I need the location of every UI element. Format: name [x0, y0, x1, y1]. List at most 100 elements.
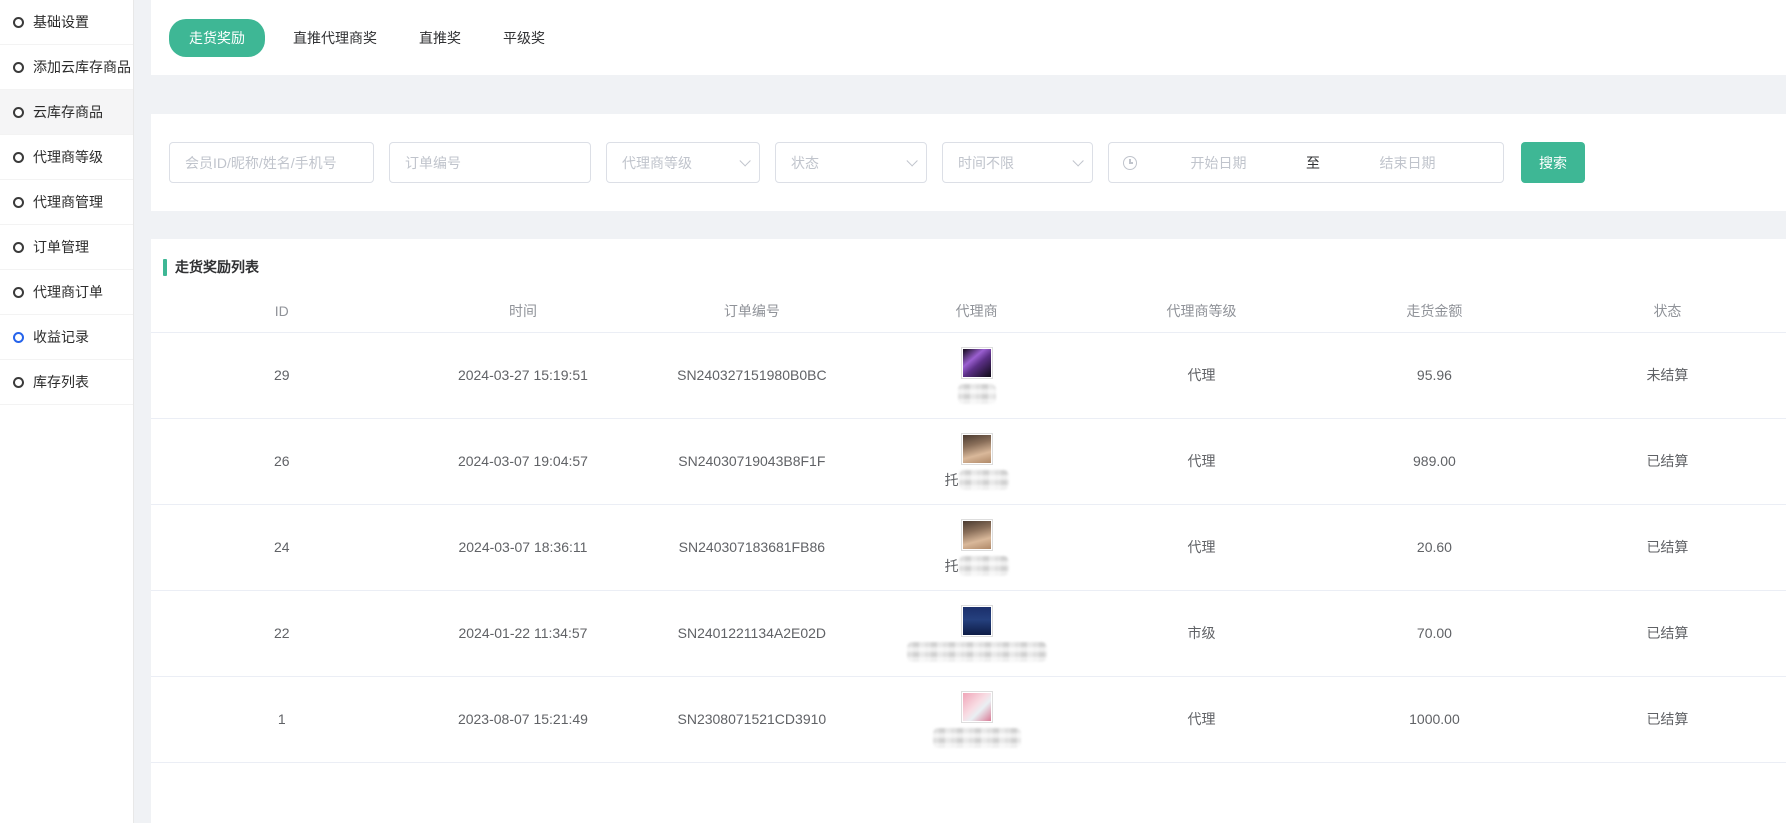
time-range-select[interactable]: 时间不限 [942, 142, 1093, 183]
reward-tabs-card: 走货奖励 直推代理商奖 直推奖 平级奖 [151, 0, 1786, 75]
radio-circle-icon [13, 197, 24, 208]
list-title-text: 走货奖励列表 [175, 257, 259, 277]
start-date-placeholder: 开始日期 [1137, 153, 1300, 173]
sidebar-item-cloud-stock-goods[interactable]: 云库存商品 [0, 90, 133, 135]
cell-status: 未结算 [1549, 332, 1786, 418]
radio-circle-icon [13, 152, 24, 163]
cell-order-no: SN24030719043B8F1F [633, 418, 870, 504]
order-no-input[interactable] [389, 142, 591, 183]
cell-id: 22 [151, 590, 413, 676]
chevron-down-icon [739, 155, 750, 166]
time-range-select-placeholder: 时间不限 [958, 153, 1014, 173]
cell-amount: 70.00 [1320, 590, 1549, 676]
cell-amount: 20.60 [1320, 504, 1549, 590]
filter-bar: 代理商等级 状态 时间不限 开始日期 至 结束日期 搜索 [151, 114, 1786, 211]
cell-status: 已结算 [1549, 676, 1786, 762]
title-accent-bar [163, 259, 167, 276]
cell-order-no: SN240307183681FB86 [633, 504, 870, 590]
sidebar-item-basic-settings[interactable]: 基础设置 [0, 0, 133, 45]
search-button[interactable]: 搜索 [1521, 142, 1585, 183]
col-header-time: 时间 [413, 291, 634, 332]
reward-table: ID 时间 订单编号 代理商 代理商等级 走货金额 状态 29 2024-03-… [151, 291, 1786, 763]
member-search-input[interactable] [169, 142, 374, 183]
cell-id: 26 [151, 418, 413, 504]
cell-time: 2023-08-07 15:21:49 [413, 676, 634, 762]
cell-agent: 托 [870, 504, 1083, 590]
cell-time: 2024-03-07 19:04:57 [413, 418, 634, 504]
app-root: 基础设置 添加云库存商品 云库存商品 代理商等级 代理商管理 订单管理 代理商订… [0, 0, 1786, 823]
blurred-agent-name [959, 470, 1009, 490]
main-content: 走货奖励 直推代理商奖 直推奖 平级奖 代理商等级 状态 时间不限 [151, 0, 1786, 823]
cell-status: 已结算 [1549, 504, 1786, 590]
radio-circle-icon [13, 62, 24, 73]
sidebar-item-label: 代理商订单 [33, 282, 103, 302]
table-row: 24 2024-03-07 18:36:11 SN240307183681FB8… [151, 504, 1786, 590]
cell-amount: 1000.00 [1320, 676, 1549, 762]
blurred-agent-name [959, 556, 1009, 576]
table-header-row: ID 时间 订单编号 代理商 代理商等级 走货金额 状态 [151, 291, 1786, 332]
sidebar-item-label: 收益记录 [33, 327, 89, 347]
agent-avatar [961, 519, 993, 551]
radio-circle-icon [13, 107, 24, 118]
table-row: 1 2023-08-07 15:21:49 SN2308071521CD3910 [151, 676, 1786, 762]
date-range-separator: 至 [1300, 153, 1326, 173]
cell-agent-level: 代理 [1083, 676, 1320, 762]
clock-icon [1123, 156, 1137, 170]
cell-agent [870, 676, 1083, 762]
chevron-down-icon [906, 155, 917, 166]
sidebar-item-label: 订单管理 [33, 237, 89, 257]
agent-level-select[interactable]: 代理商等级 [606, 142, 760, 183]
cell-status: 已结算 [1549, 418, 1786, 504]
cell-amount: 989.00 [1320, 418, 1549, 504]
cell-status: 已结算 [1549, 590, 1786, 676]
blurred-agent-name [907, 642, 1047, 662]
sidebar-item-label: 云库存商品 [33, 102, 103, 122]
table-row: 29 2024-03-27 15:19:51 SN240327151980B0B… [151, 332, 1786, 418]
sidebar-item-label: 库存列表 [33, 372, 89, 392]
sidebar-item-agent-management[interactable]: 代理商管理 [0, 180, 133, 225]
col-header-agent-level: 代理商等级 [1083, 291, 1320, 332]
date-range-picker[interactable]: 开始日期 至 结束日期 [1108, 142, 1504, 183]
cell-agent: 托 [870, 418, 1083, 504]
cell-id: 24 [151, 504, 413, 590]
sidebar-item-earnings-records[interactable]: 收益记录 [0, 315, 133, 360]
table-row: 22 2024-01-22 11:34:57 SN2401221134A2E02… [151, 590, 1786, 676]
cell-order-no: SN2401221134A2E02D [633, 590, 870, 676]
cell-agent-level: 市级 [1083, 590, 1320, 676]
table-row: 26 2024-03-07 19:04:57 SN24030719043B8F1… [151, 418, 1786, 504]
cell-time: 2024-03-27 15:19:51 [413, 332, 634, 418]
end-date-placeholder: 结束日期 [1326, 153, 1489, 173]
status-select[interactable]: 状态 [775, 142, 927, 183]
cell-agent-level: 代理 [1083, 504, 1320, 590]
tab-direct-agent-reward[interactable]: 直推代理商奖 [279, 20, 391, 56]
radio-circle-icon [13, 377, 24, 388]
cell-id: 1 [151, 676, 413, 762]
sidebar: 基础设置 添加云库存商品 云库存商品 代理商等级 代理商管理 订单管理 代理商订… [0, 0, 134, 823]
col-header-status: 状态 [1549, 291, 1786, 332]
sidebar-item-order-management[interactable]: 订单管理 [0, 225, 133, 270]
radio-circle-icon [13, 242, 24, 253]
radio-circle-icon [13, 332, 24, 343]
agent-avatar [961, 433, 993, 465]
sidebar-item-add-cloud-stock-goods[interactable]: 添加云库存商品 [0, 45, 133, 90]
sidebar-item-agent-level[interactable]: 代理商等级 [0, 135, 133, 180]
col-header-order-no: 订单编号 [633, 291, 870, 332]
blurred-agent-name [933, 728, 1021, 748]
reward-list-card: 走货奖励列表 ID 时间 订单编号 代理商 代理商等级 走货金额 状态 [151, 239, 1786, 823]
reward-tabs: 走货奖励 直推代理商奖 直推奖 平级奖 [169, 19, 559, 57]
cell-id: 29 [151, 332, 413, 418]
cell-amount: 95.96 [1320, 332, 1549, 418]
agent-avatar [961, 605, 993, 637]
sidebar-item-agent-orders[interactable]: 代理商订单 [0, 270, 133, 315]
list-title: 走货奖励列表 [151, 257, 1786, 277]
tab-shipping-reward[interactable]: 走货奖励 [169, 19, 265, 57]
tab-peer-reward[interactable]: 平级奖 [489, 20, 559, 56]
blurred-agent-name [958, 384, 996, 404]
cell-agent-level: 代理 [1083, 332, 1320, 418]
cell-agent [870, 332, 1083, 418]
sidebar-item-label: 代理商等级 [33, 147, 103, 167]
cell-agent-level: 代理 [1083, 418, 1320, 504]
sidebar-item-label: 代理商管理 [33, 192, 103, 212]
sidebar-item-stock-list[interactable]: 库存列表 [0, 360, 133, 405]
tab-direct-reward[interactable]: 直推奖 [405, 20, 475, 56]
